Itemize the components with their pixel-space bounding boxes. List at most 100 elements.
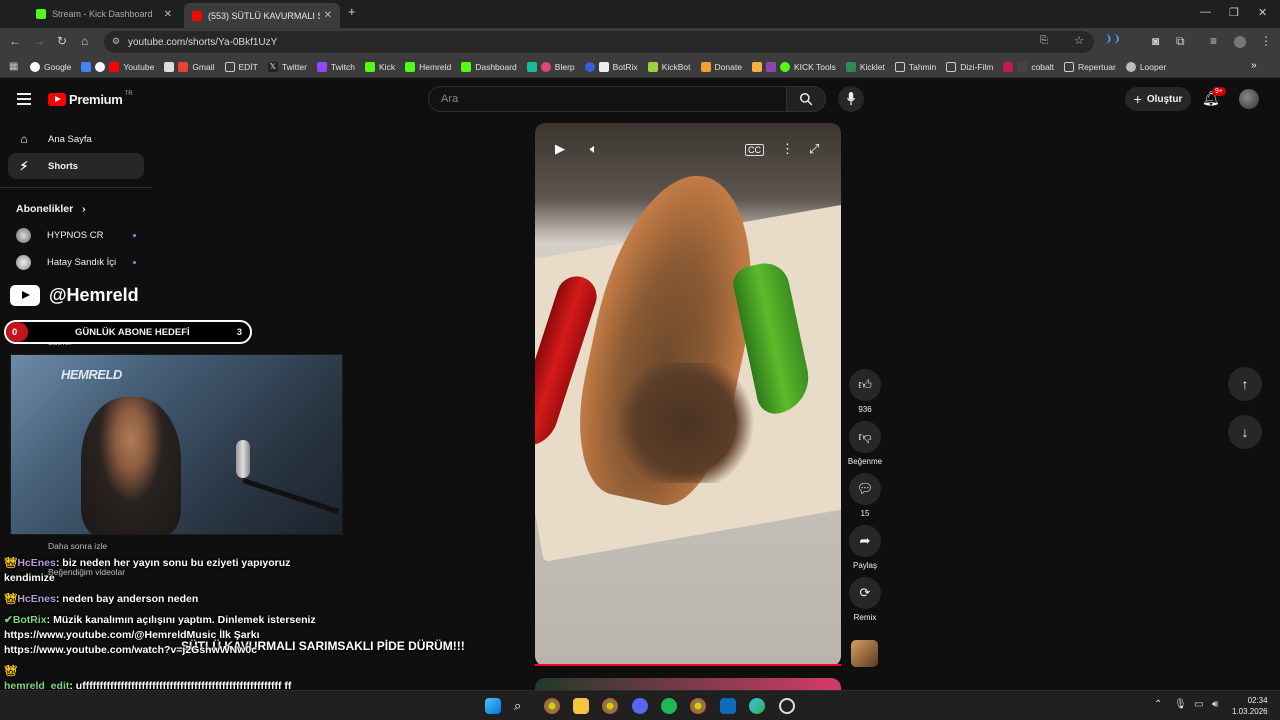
tray-chevron-icon[interactable]: ⌃ — [1154, 699, 1162, 710]
bookmark[interactable]: KICK Tools — [751, 61, 836, 72]
bookmark[interactable]: Tahmin — [894, 61, 936, 72]
network-icon[interactable]: ▭ — [1194, 699, 1203, 710]
bookmark-star-icon[interactable]: ☆ — [1074, 34, 1084, 47]
chrome-icon[interactable] — [602, 698, 618, 714]
back-icon[interactable]: ← — [9, 34, 21, 48]
edge-icon[interactable] — [749, 698, 765, 714]
arrow-down-icon: ↓ — [1241, 424, 1249, 440]
profile-icon[interactable] — [1234, 36, 1246, 48]
bookmark[interactable]: 𝕏 Twitter — [267, 61, 307, 72]
voice-search-button[interactable] — [838, 86, 864, 112]
play-icon[interactable]: ▶ — [555, 141, 565, 157]
next-short-preview[interactable] — [535, 678, 841, 690]
reading-list-icon[interactable]: ≡ — [1210, 34, 1217, 48]
bookmark[interactable]: Gmail — [164, 61, 215, 72]
bookmark[interactable]: Blerp — [526, 61, 575, 72]
chrome-icon[interactable] — [690, 698, 706, 714]
next-short-button[interactable]: ↓ — [1228, 415, 1262, 449]
search-icon[interactable]: ⌕ — [514, 698, 530, 714]
bookmark[interactable]: Hemreld — [405, 61, 451, 72]
discord-icon[interactable] — [632, 698, 648, 714]
subscriptions-heading[interactable]: Abonelikler › — [16, 203, 86, 215]
search-button[interactable] — [786, 86, 826, 112]
bookmark[interactable]: Twitch — [316, 61, 355, 72]
chat-overlay: 👑︎HcEnes: biz neden her yayın sonu bu ez… — [4, 536, 344, 700]
spotify-icon[interactable] — [661, 698, 677, 714]
close-icon[interactable]: ✕ — [324, 10, 332, 21]
app-icon[interactable] — [720, 698, 736, 714]
channel-avatar — [16, 255, 31, 270]
remix-button[interactable]: ⟳ Remix — [848, 577, 882, 622]
bookmark[interactable]: KickBot — [647, 61, 691, 72]
chrome-icon[interactable] — [544, 698, 560, 714]
extension-icon[interactable]: ❩❩ — [1104, 34, 1121, 45]
fullscreen-icon[interactable]: ⤢ — [809, 141, 819, 157]
app-icon — [526, 61, 537, 72]
subscription-item[interactable]: HYPNOS CR — [16, 228, 136, 243]
menu-icon[interactable]: ⋮ — [1260, 34, 1272, 48]
google-icon — [95, 61, 106, 72]
bookmark[interactable]: Youtube — [81, 61, 154, 72]
bookmark[interactable]: Repertuar — [1064, 61, 1116, 72]
more-bookmarks-icon[interactable]: » — [1251, 60, 1257, 71]
forward-icon[interactable]: → — [33, 34, 45, 48]
obs-icon[interactable] — [779, 698, 795, 714]
comments-button[interactable]: 💬︎ 15 — [848, 473, 882, 518]
short-video-player[interactable]: ▶ 🔈︎ CC ⋮ ⤢ — [535, 123, 841, 666]
install-icon[interactable]: ⎘ — [1040, 35, 1048, 46]
app-icon — [584, 61, 595, 72]
speaker-icon[interactable]: 🔊︎ — [1212, 699, 1218, 710]
like-button[interactable]: 👍︎ 936 — [848, 369, 882, 414]
tab-youtube-short[interactable]: (553) SÜTLÜ KAVURMALI SARIM ✕ — [184, 3, 340, 28]
reload-icon[interactable]: ↻ — [57, 34, 67, 48]
kick-tools-icon — [779, 61, 790, 72]
kickbot-icon — [647, 61, 658, 72]
site-info-icon[interactable]: ⚙ — [112, 36, 120, 47]
menu-icon[interactable] — [17, 93, 31, 105]
create-label: Oluştur — [1146, 93, 1183, 105]
sound-thumbnail[interactable] — [851, 640, 878, 667]
new-tab-button[interactable]: + — [348, 4, 356, 19]
previous-short-button[interactable]: ↑ — [1228, 367, 1262, 401]
apps-grid-icon[interactable]: ▦ — [9, 61, 18, 72]
sidebar-item-home[interactable]: ⌂ Ana Sayfa — [8, 126, 144, 152]
system-clock[interactable]: 02:34 1.03.2026 — [1232, 695, 1268, 717]
search-input[interactable] — [429, 87, 787, 111]
file-explorer-icon[interactable] — [573, 698, 589, 714]
sidebar-item-shorts[interactable]: ⚡︎ Shorts — [8, 153, 144, 179]
kick-icon — [365, 61, 376, 72]
youtube-logo[interactable]: Premium TR — [48, 91, 133, 107]
bookmark[interactable]: EDİT — [224, 61, 258, 72]
close-icon[interactable]: ✕ — [164, 9, 172, 20]
create-button[interactable]: + Oluştur — [1125, 87, 1191, 111]
address-bar[interactable]: ⚙ youtube.com/shorts/Ya-0Bkf1UzY ⎘ ☆ — [104, 31, 1094, 53]
close-window-icon[interactable]: ✕ — [1258, 6, 1267, 19]
share-button[interactable]: ➦ Paylaş — [848, 525, 882, 570]
puzzle-icon[interactable]: ⧉ — [1176, 34, 1185, 49]
bookmark[interactable]: Dizi-Film — [946, 61, 993, 72]
bookmark[interactable]: cobalt — [1003, 61, 1054, 72]
extension-icon[interactable]: ◙ — [1152, 34, 1159, 48]
bookmark[interactable]: Google — [30, 61, 71, 72]
bookmark[interactable]: Looper — [1125, 61, 1166, 72]
more-options-icon[interactable]: ⋮ — [781, 141, 794, 157]
bookmark[interactable]: BotRix — [584, 61, 638, 72]
dislike-button[interactable]: 👎︎ Beğenme — [846, 421, 884, 466]
screen: Stream - Kick Dashboard ✕ (553) SÜTLÜ KA… — [0, 0, 1280, 720]
bookmark[interactable]: Kick — [365, 61, 395, 72]
account-avatar[interactable] — [1239, 89, 1259, 109]
tab-kick-dashboard[interactable]: Stream - Kick Dashboard ✕ — [28, 3, 180, 25]
captions-icon[interactable]: CC — [745, 144, 764, 156]
share-icon: ➦ — [849, 525, 881, 557]
subscription-item[interactable]: Hatay Sandık İçi — [16, 255, 136, 270]
start-icon[interactable] — [485, 698, 501, 714]
minimize-icon[interactable]: — — [1200, 6, 1211, 18]
volume-icon[interactable]: 🔈︎ — [590, 141, 598, 157]
bookmark[interactable]: Kicklet — [845, 61, 885, 72]
bookmark[interactable]: Dashboard — [461, 61, 517, 72]
bookmark[interactable]: Donate — [700, 61, 742, 72]
microphone-tray-icon[interactable]: 🎙︎ — [1174, 699, 1187, 710]
maximize-icon[interactable]: ❐ — [1229, 6, 1239, 19]
video-progress-bar[interactable] — [535, 664, 841, 666]
home-icon[interactable]: ⌂ — [81, 34, 88, 48]
